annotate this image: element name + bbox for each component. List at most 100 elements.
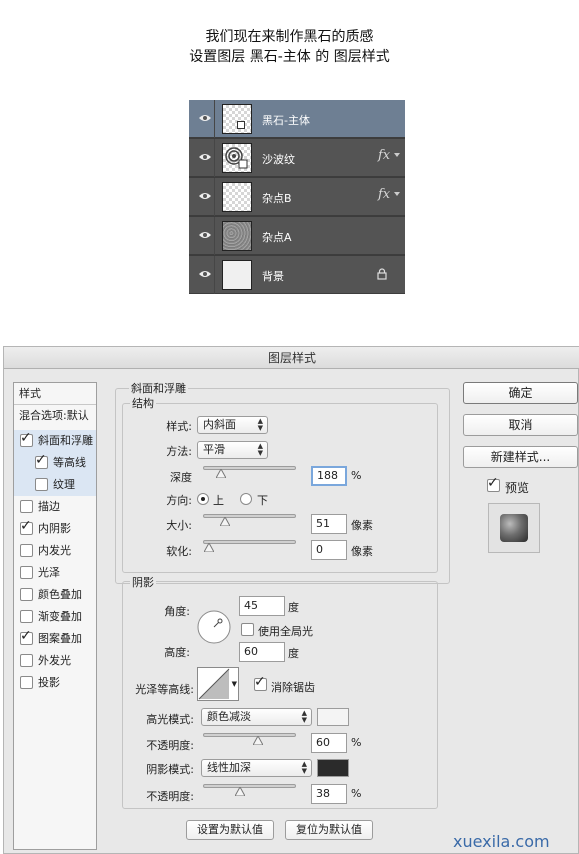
sidebar-item-satin[interactable]: 光泽 [14, 562, 96, 584]
inner-shadow-checkbox[interactable]: ✓ [20, 519, 33, 535]
layer-thumbnail [222, 221, 252, 251]
sidebar-item-label: 光泽 [38, 566, 60, 579]
slider-knob[interactable] [234, 787, 245, 796]
ok-button[interactable]: 确定 [463, 382, 578, 404]
gloss-contour-label: 光泽等高线: [135, 683, 194, 696]
layer-name: 背景 [262, 270, 284, 283]
sidebar-item-drop-shadow[interactable]: 投影 [14, 672, 96, 694]
sidebar-item-gradient-overlay[interactable]: 渐变叠加 [14, 606, 96, 628]
size-slider[interactable] [203, 514, 296, 526]
layer-row[interactable]: 杂点A [189, 217, 405, 255]
blend-options-item[interactable]: 混合选项:默认 [14, 405, 96, 427]
sidebar-item-inner-glow[interactable]: 内发光 [14, 540, 96, 562]
expand-effects-icon[interactable] [394, 153, 400, 157]
fx-icon[interactable]: fx [378, 148, 390, 163]
outer-glow-checkbox[interactable] [20, 654, 33, 667]
direction-down-radio[interactable] [240, 493, 252, 505]
shadow-opacity-slider[interactable] [203, 784, 296, 796]
layer-row[interactable]: 杂点B fx [189, 178, 405, 216]
soften-input[interactable]: 0 [311, 540, 347, 560]
size-label: 大小: [166, 519, 192, 532]
expand-effects-icon[interactable] [394, 192, 400, 196]
antialias-checkbox[interactable]: ✓ [254, 675, 267, 691]
styles-header[interactable]: 样式 [14, 383, 96, 405]
angle-input[interactable]: 45 [239, 596, 285, 616]
visibility-toggle[interactable] [189, 217, 215, 255]
sidebar-item-stroke[interactable]: 描边 [14, 496, 96, 518]
visibility-toggle[interactable] [189, 256, 215, 294]
direction-up-radio[interactable] [197, 493, 209, 505]
inner-glow-checkbox[interactable] [20, 544, 33, 557]
shadow-opacity-input[interactable]: 38 [311, 784, 347, 804]
eye-icon [199, 271, 211, 277]
sidebar-item-texture[interactable]: 纹理 [14, 474, 96, 496]
layer-row[interactable]: 沙波纹 fx [189, 139, 405, 177]
altitude-label: 高度: [164, 646, 190, 659]
style-preview-box [488, 503, 540, 553]
global-light-label: 使用全局光 [258, 625, 313, 638]
sidebar-item-contour[interactable]: ✓ 等高线 [14, 452, 96, 474]
depth-label: 深度 [170, 471, 192, 484]
highlight-color-swatch[interactable] [317, 708, 349, 726]
sidebar-item-pattern-overlay[interactable]: ✓ 图案叠加 [14, 628, 96, 650]
contour-checkbox[interactable]: ✓ [35, 453, 48, 469]
preview-checkbox[interactable]: ✓ [487, 476, 500, 492]
highlight-opacity-unit: % [351, 736, 362, 749]
fx-icon[interactable]: fx [378, 187, 390, 202]
depth-unit: % [351, 469, 362, 482]
satin-checkbox[interactable] [20, 566, 33, 579]
sidebar-item-label: 渐变叠加 [38, 610, 82, 623]
sidebar-item-label: 斜面和浮雕 [38, 434, 93, 447]
sidebar-item-color-overlay[interactable]: 颜色叠加 [14, 584, 96, 606]
highlight-mode-select[interactable]: 颜色减淡 ▲ ▼ [201, 708, 312, 726]
color-overlay-checkbox[interactable] [20, 588, 33, 601]
depth-slider[interactable] [203, 466, 296, 478]
highlight-opacity-input[interactable]: 60 [311, 733, 347, 753]
shadow-opacity-label: 不透明度: [146, 790, 194, 803]
technique-select[interactable]: 平滑 ▲ ▼ [197, 441, 268, 459]
sidebar-item-label: 纹理 [53, 478, 75, 491]
angle-dial[interactable] [196, 609, 232, 645]
pattern-overlay-checkbox[interactable]: ✓ [20, 629, 33, 645]
shadow-mode-select[interactable]: 线性加深 ▲ ▼ [201, 759, 312, 777]
altitude-input[interactable]: 60 [239, 642, 285, 662]
visibility-toggle[interactable] [189, 178, 215, 216]
make-default-button[interactable]: 设置为默认值 [186, 820, 274, 840]
visibility-toggle[interactable] [189, 139, 215, 177]
slider-knob[interactable] [252, 736, 263, 745]
sidebar-item-bevel-emboss[interactable]: ✓ 斜面和浮雕 [14, 430, 96, 452]
technique-value: 平滑 [203, 443, 225, 456]
bevel-checkbox[interactable]: ✓ [20, 431, 33, 447]
highlight-mode-value: 颜色减淡 [207, 710, 251, 723]
gloss-contour-picker[interactable]: ▼ [197, 667, 239, 701]
cancel-button[interactable]: 取消 [463, 414, 578, 436]
highlight-opacity-slider[interactable] [203, 733, 296, 745]
layer-thumbnail [222, 182, 252, 212]
sidebar-item-label: 内阴影 [38, 522, 71, 535]
texture-checkbox[interactable] [35, 478, 48, 491]
size-input[interactable]: 51 [311, 514, 347, 534]
reset-default-button[interactable]: 复位为默认值 [285, 820, 373, 840]
eye-icon [199, 232, 211, 238]
slider-knob[interactable] [204, 543, 214, 552]
global-light-checkbox[interactable] [241, 623, 254, 636]
slider-knob[interactable] [216, 469, 227, 478]
sidebar-item-outer-glow[interactable]: 外发光 [14, 650, 96, 672]
layer-row[interactable]: 背景 [189, 256, 405, 294]
visibility-toggle[interactable] [189, 100, 215, 138]
stroke-checkbox[interactable] [20, 500, 33, 513]
new-style-button[interactable]: 新建样式... [463, 446, 578, 468]
layer-row[interactable]: 黑石-主体 [189, 100, 405, 138]
sidebar-item-inner-shadow[interactable]: ✓ 内阴影 [14, 518, 96, 540]
soften-slider[interactable] [203, 540, 296, 552]
bevel-style-select[interactable]: 内斜面 ▲ ▼ [197, 416, 268, 434]
contour-curve-icon [198, 668, 230, 700]
slider-knob[interactable] [220, 517, 231, 526]
direction-down-label: 下 [257, 494, 268, 507]
shadow-color-swatch[interactable] [317, 759, 349, 777]
depth-input[interactable]: 188 [311, 466, 347, 486]
direction-label: 方向: [166, 494, 192, 507]
gradient-overlay-checkbox[interactable] [20, 610, 33, 623]
shading-title: 阴影 [130, 574, 156, 590]
drop-shadow-checkbox[interactable] [20, 676, 33, 689]
